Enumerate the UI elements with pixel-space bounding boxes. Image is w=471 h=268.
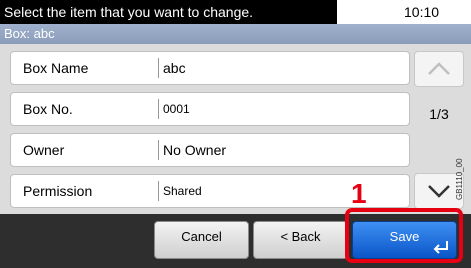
row-divider (158, 181, 159, 201)
back-button[interactable]: < Back (253, 221, 348, 259)
cancel-button[interactable]: Cancel (154, 221, 249, 259)
row-value: Shared (163, 184, 202, 198)
row-owner[interactable]: Owner No Owner (10, 133, 410, 167)
save-highlight-frame (345, 208, 463, 263)
back-label: < Back (280, 229, 321, 244)
row-label: Owner (23, 142, 65, 158)
screen-title-bar: Box: abc (0, 24, 471, 44)
row-label: Box No. (23, 101, 73, 117)
settings-panel: Box Name abc Box No. 0001 Owner No Owner… (0, 44, 471, 214)
row-box-no[interactable]: Box No. 0001 (10, 92, 410, 126)
box-title: Box: abc (4, 26, 55, 41)
row-divider (158, 140, 159, 160)
scroll-up-button[interactable] (414, 51, 464, 87)
row-divider (158, 58, 159, 78)
clock: 10:10 (404, 4, 440, 20)
figure-id: GB1110_00 (455, 158, 464, 200)
chevron-down-icon (428, 185, 450, 198)
row-value: No Owner (163, 142, 227, 158)
row-value: abc (163, 60, 186, 76)
row-permission[interactable]: Permission Shared (10, 174, 410, 208)
page-indicator: 1/3 (429, 106, 449, 122)
row-divider (158, 99, 159, 119)
status-bar: Select the item that you want to change.… (0, 0, 471, 24)
settings-list: Box Name abc Box No. 0001 Owner No Owner… (10, 51, 410, 215)
row-label: Box Name (23, 60, 89, 76)
cancel-label: Cancel (181, 229, 222, 244)
row-box-name[interactable]: Box Name abc (10, 51, 410, 85)
instruction-message: Select the item that you want to change. (0, 0, 337, 24)
row-label: Permission (23, 183, 93, 199)
chevron-up-icon (428, 62, 450, 75)
row-value: 0001 (163, 102, 190, 116)
step-callout: 1 (351, 178, 367, 209)
